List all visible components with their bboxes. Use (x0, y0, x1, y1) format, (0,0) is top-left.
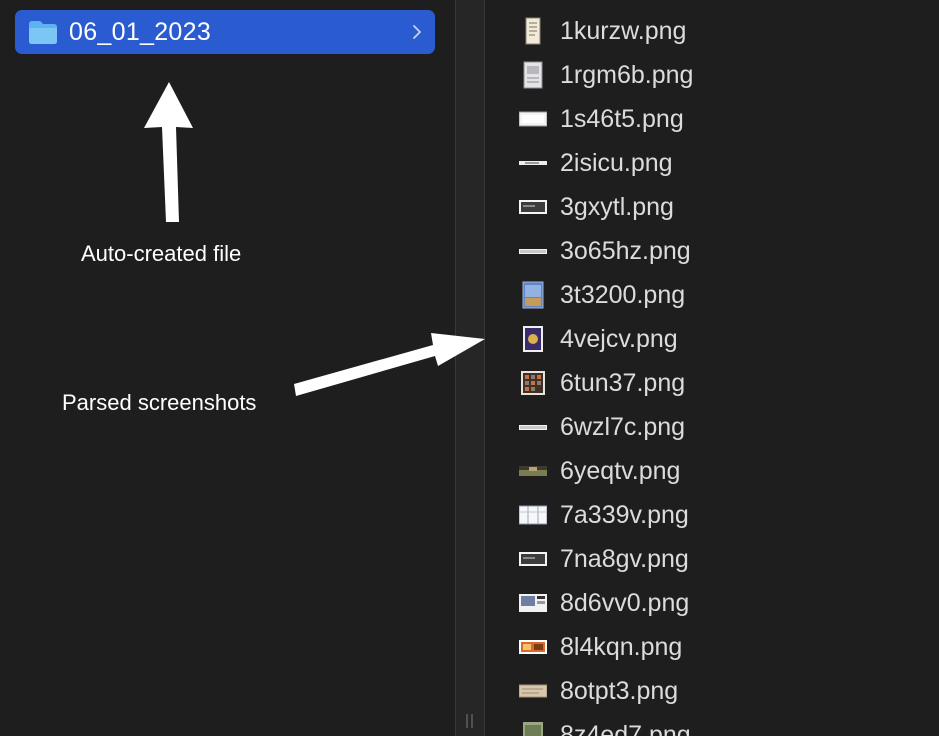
annotation-parsed: Parsed screenshots (62, 390, 257, 415)
file-name: 7a339v.png (560, 501, 689, 529)
folder-column: 06_01_2023 Auto-created file Parsed scre… (0, 0, 455, 736)
file-thumbnail-icon (519, 640, 547, 654)
file-name: 4vejcv.png (560, 325, 678, 353)
chevron-right-icon (413, 25, 421, 39)
file-name: 6tun37.png (560, 369, 686, 397)
file-name: 1rgm6b.png (560, 61, 694, 89)
file-item[interactable]: 8z4ed7.png (485, 713, 939, 736)
file-thumbnail-icon (519, 552, 547, 566)
file-thumbnail-icon (519, 200, 547, 214)
finder-window: 06_01_2023 Auto-created file Parsed scre… (0, 0, 939, 736)
file-name: 3o65hz.png (560, 237, 691, 265)
file-thumbnail-icon (519, 505, 547, 525)
file-item[interactable]: 6tun37.png (485, 361, 939, 405)
file-thumbnail-icon (519, 161, 547, 165)
file-name: 6yeqtv.png (560, 457, 681, 485)
file-item[interactable]: 3o65hz.png (485, 229, 939, 273)
file-item[interactable]: 8l4kqn.png (485, 625, 939, 669)
file-name: 3gxytl.png (560, 193, 674, 221)
file-item[interactable]: 8otpt3.png (485, 669, 939, 713)
file-item[interactable]: 7na8gv.png (485, 537, 939, 581)
file-item[interactable]: 8d6vv0.png (485, 581, 939, 625)
file-thumbnail-icon (519, 425, 547, 430)
file-thumbnail-icon (523, 722, 543, 736)
folder-item-selected[interactable]: 06_01_2023 (15, 10, 435, 54)
file-name: 1s46t5.png (560, 105, 684, 133)
file-thumbnail-icon (521, 371, 545, 395)
file-item[interactable]: 7a339v.png (485, 493, 939, 537)
column-divider[interactable] (455, 0, 485, 736)
file-thumbnail-icon (519, 466, 547, 476)
file-thumbnail-icon (522, 281, 544, 309)
file-item[interactable]: 1kurzw.png (485, 9, 939, 53)
file-thumbnail-icon (523, 61, 543, 89)
file-name: 6wzl7c.png (560, 413, 686, 441)
file-item[interactable]: 6wzl7c.png (485, 405, 939, 449)
folder-icon (29, 21, 57, 44)
file-thumbnail-icon (523, 326, 543, 352)
file-thumbnail-icon (525, 17, 541, 45)
file-thumbnail-icon (519, 684, 547, 698)
resize-handle-icon[interactable] (464, 712, 476, 730)
annotation-auto-created: Auto-created file (81, 241, 242, 266)
file-name: 3t3200.png (560, 281, 686, 309)
file-name: 8d6vv0.png (560, 589, 690, 617)
file-thumbnail-icon (519, 111, 547, 127)
file-item[interactable]: 3t3200.png (485, 273, 939, 317)
file-item[interactable]: 6yeqtv.png (485, 449, 939, 493)
file-name: 8z4ed7.png (560, 721, 691, 736)
file-list: 1kurzw.png 1rgm6b.png 1s46t5.png 2isicu.png… (485, 0, 939, 736)
file-thumbnail-icon (519, 249, 547, 254)
file-name: 2isicu.png (560, 149, 673, 177)
file-item[interactable]: 3gxytl.png (485, 185, 939, 229)
file-name: 8otpt3.png (560, 677, 679, 705)
folder-name: 06_01_2023 (69, 18, 212, 46)
file-item[interactable]: 4vejcv.png (485, 317, 939, 361)
file-thumbnail-icon (519, 594, 547, 612)
file-item[interactable]: 1s46t5.png (485, 97, 939, 141)
file-name: 8l4kqn.png (560, 633, 683, 661)
file-name: 7na8gv.png (560, 545, 689, 573)
file-item[interactable]: 1rgm6b.png (485, 53, 939, 97)
file-item[interactable]: 2isicu.png (485, 141, 939, 185)
file-name: 1kurzw.png (560, 17, 687, 45)
